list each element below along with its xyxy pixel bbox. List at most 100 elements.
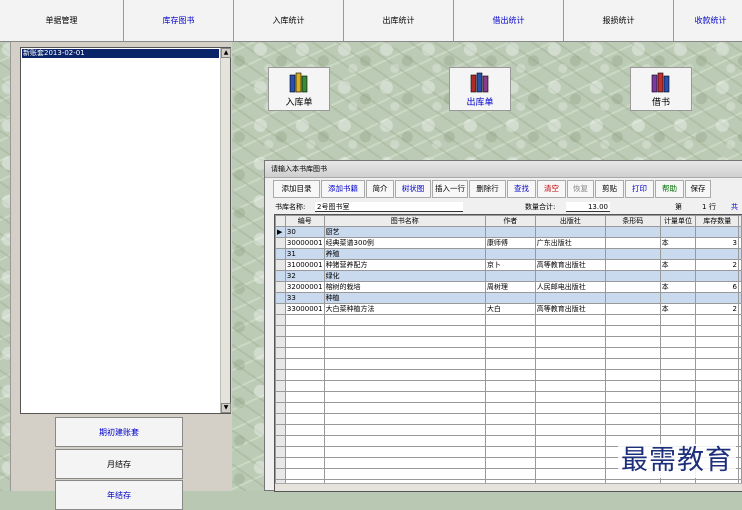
cell-empty[interactable] (738, 358, 742, 370)
cell-empty[interactable] (695, 369, 739, 381)
cell-empty[interactable] (738, 468, 742, 480)
cell-qty[interactable] (695, 226, 739, 238)
cell-barcode[interactable] (604, 248, 661, 260)
cell-empty[interactable] (534, 391, 606, 403)
cell-empty[interactable] (284, 325, 325, 337)
cell-empty[interactable] (695, 424, 739, 436)
toolbar-button-8[interactable]: 恢复 (567, 180, 594, 198)
cell-empty[interactable] (484, 358, 536, 370)
outbound-button[interactable]: 出库单 (449, 67, 511, 111)
cell-empty[interactable] (738, 380, 742, 392)
cell-empty[interactable] (738, 457, 742, 469)
cell-empty[interactable] (659, 402, 697, 414)
cell-empty[interactable] (534, 435, 606, 447)
cell-empty[interactable] (695, 314, 739, 326)
cell-author[interactable] (484, 248, 536, 260)
cell-author[interactable]: 康师傅 (484, 237, 536, 249)
cell-empty[interactable] (284, 402, 325, 414)
cell-code[interactable]: 30000001 (284, 237, 325, 249)
cell-empty[interactable] (534, 347, 606, 359)
month-end-button[interactable]: 月结存 (55, 449, 183, 479)
cell-empty[interactable] (695, 402, 739, 414)
cell-empty[interactable] (738, 391, 742, 403)
cell-empty[interactable] (659, 413, 697, 425)
cell-empty[interactable] (484, 325, 536, 337)
cell-empty[interactable] (284, 435, 325, 447)
year-end-button[interactable]: 年结存 (55, 480, 183, 510)
cell-empty[interactable] (323, 457, 486, 469)
toolbar-button-1[interactable]: 添加书籍 (321, 180, 365, 198)
cell-empty[interactable] (534, 369, 606, 381)
cell-empty[interactable] (738, 402, 742, 414)
cell-empty[interactable] (323, 468, 486, 480)
inbound-button[interactable]: 入库单 (268, 67, 330, 111)
cell-empty[interactable] (604, 358, 661, 370)
grid-horizontal-scrollbar[interactable] (275, 483, 742, 491)
cell-code[interactable]: 33 (284, 292, 325, 304)
cell-empty[interactable] (484, 336, 536, 348)
cell-empty[interactable] (695, 347, 739, 359)
cell-unit[interactable] (659, 226, 697, 238)
cell-empty[interactable] (659, 391, 697, 403)
cell-publisher[interactable]: 人民邮电出版社 (534, 281, 606, 293)
cell-unit[interactable]: 本 (659, 303, 697, 315)
table-row[interactable]: ▶ 30 厨艺 (275, 226, 742, 238)
cell-name[interactable]: 绿化 (323, 270, 486, 282)
cell-empty[interactable] (534, 457, 606, 469)
cell-unit[interactable] (659, 248, 697, 260)
cell-empty[interactable] (484, 369, 536, 381)
cell-empty[interactable] (695, 413, 739, 425)
cell-qty[interactable]: 6 (695, 281, 739, 293)
cell-empty[interactable] (484, 314, 536, 326)
cell-empty[interactable] (534, 358, 606, 370)
cell-empty[interactable] (695, 358, 739, 370)
library-field[interactable]: 2号图书室 (315, 202, 463, 212)
scroll-up-icon[interactable]: ▲ (221, 48, 231, 58)
cell-author[interactable]: 大白 (484, 303, 536, 315)
cell-code[interactable]: 32000001 (284, 281, 325, 293)
table-row-empty[interactable] (275, 369, 742, 381)
cell-barcode[interactable] (604, 226, 661, 238)
account-list-scrollbar[interactable]: ▲ ▼ (220, 48, 231, 413)
cell-empty[interactable] (484, 347, 536, 359)
column-header-6[interactable]: 库存数量 (695, 215, 739, 227)
cell-empty[interactable] (738, 424, 742, 436)
toolbar-button-4[interactable]: 插入一行 (432, 180, 468, 198)
toolbar-button-10[interactable]: 打印 (625, 180, 654, 198)
cell-qty[interactable] (695, 270, 739, 282)
cell-unit[interactable]: 本 (659, 237, 697, 249)
cell-qty[interactable]: 3 (695, 237, 739, 249)
cell-author[interactable]: 周树理 (484, 281, 536, 293)
cell-qty[interactable]: 2 (695, 259, 739, 271)
cell-empty[interactable] (695, 380, 739, 392)
cell-empty[interactable] (738, 446, 742, 458)
toolbar-button-7[interactable]: 清空 (537, 180, 566, 198)
cell-empty[interactable] (659, 314, 697, 326)
cell-empty[interactable] (738, 325, 742, 337)
cell-empty[interactable] (284, 413, 325, 425)
cell-empty[interactable] (534, 314, 606, 326)
cell-empty[interactable] (659, 347, 697, 359)
cell-code[interactable]: 31000001 (284, 259, 325, 271)
cell-empty[interactable] (284, 347, 325, 359)
nav-tab-0[interactable]: 单据管理 (0, 0, 124, 42)
cell-empty[interactable] (534, 402, 606, 414)
cell-empty[interactable] (604, 391, 661, 403)
cell-empty[interactable] (284, 446, 325, 458)
cell-empty[interactable] (284, 468, 325, 480)
cell-publisher[interactable] (534, 226, 606, 238)
table-row-empty[interactable] (275, 402, 742, 414)
cell-empty[interactable] (604, 347, 661, 359)
table-row[interactable]: 33 种植 (275, 292, 742, 304)
nav-tab-3[interactable]: 出库统计 (344, 0, 454, 42)
cell-empty[interactable] (484, 391, 536, 403)
cell-empty[interactable] (323, 391, 486, 403)
cell-empty[interactable] (604, 413, 661, 425)
cell-author[interactable] (484, 292, 536, 304)
cell-empty[interactable] (323, 380, 486, 392)
cell-publisher[interactable] (534, 292, 606, 304)
cell-empty[interactable] (323, 358, 486, 370)
table-row-empty[interactable] (275, 380, 742, 392)
cell-qty[interactable]: 2 (695, 303, 739, 315)
cell-empty[interactable] (738, 369, 742, 381)
